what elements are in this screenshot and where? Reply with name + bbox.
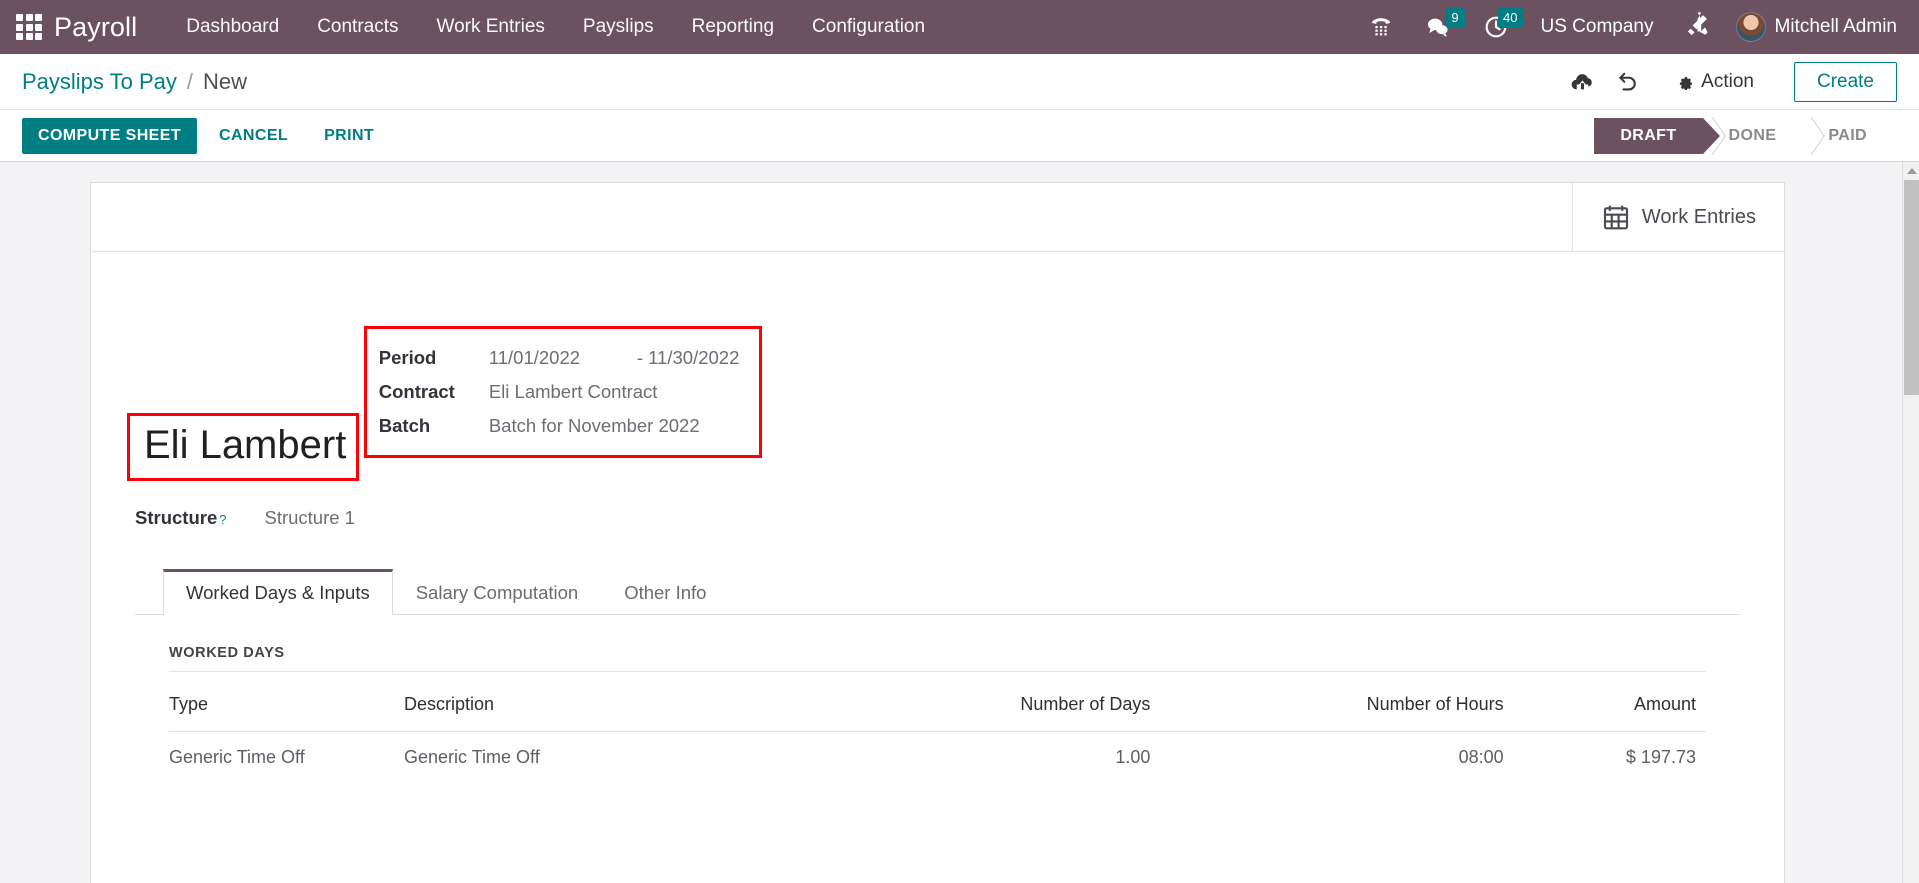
notebook: Worked Days & Inputs Salary Computation … xyxy=(135,569,1740,783)
field-value-contract[interactable]: Eli Lambert Contract xyxy=(489,375,740,409)
calendar-icon xyxy=(1603,205,1628,230)
field-value-structure[interactable]: Structure 1 xyxy=(264,507,355,529)
period-date-to-input[interactable]: 11/30/2022 xyxy=(648,347,739,368)
apps-grid-icon[interactable] xyxy=(16,14,42,40)
systray: 9 40 US Company Mitchell Admin xyxy=(1353,8,1902,47)
menu-item-reporting[interactable]: Reporting xyxy=(673,8,793,46)
cell-type: Generic Time Off xyxy=(169,747,305,767)
avatar xyxy=(1735,12,1766,42)
scrollbar-thumb[interactable] xyxy=(1904,180,1919,395)
save-record-button[interactable] xyxy=(1559,64,1605,100)
status-stage-paid[interactable]: PAID xyxy=(1802,118,1893,154)
stat-button-box-row: Work Entries xyxy=(91,183,1784,252)
menu-item-contracts[interactable]: Contracts xyxy=(298,8,417,46)
activities-counter-badge: 40 xyxy=(1498,8,1523,28)
stat-button-work-entries[interactable]: Work Entries xyxy=(1571,183,1784,251)
period-contract-batch-highlight-annotation: Period 11/01/2022- 11/30/2022 Contract E… xyxy=(363,326,763,458)
stat-button-label: Work Entries xyxy=(1641,205,1756,228)
cancel-button[interactable]: CANCEL xyxy=(205,118,302,154)
record-sheet: Work Entries Eli Lambert Period 11/01/20… xyxy=(90,182,1785,883)
sheet-container: Work Entries Eli Lambert Period 11/01/20… xyxy=(0,162,1919,883)
scroll-up-arrow-icon[interactable] xyxy=(1903,162,1919,180)
menu-item-configuration[interactable]: Configuration xyxy=(793,8,944,46)
field-label-contract: Contract xyxy=(378,381,455,402)
control-panel-actions: Action Create xyxy=(1559,61,1897,102)
messages-counter-badge: 9 xyxy=(1445,8,1465,28)
menu-item-payslips[interactable]: Payslips xyxy=(564,8,673,46)
print-button[interactable]: PRINT xyxy=(310,118,388,154)
compute-sheet-button[interactable]: COMPUTE SHEET xyxy=(22,117,197,154)
field-row-structure: Structure ? Structure 1 xyxy=(135,507,1740,529)
notebook-tab-strip: Worked Days & Inputs Salary Computation … xyxy=(135,569,1740,615)
field-label-batch: Batch xyxy=(378,415,431,436)
status-pipeline: DRAFT DONE PAID xyxy=(1594,110,1893,161)
field-label-structure: Structure xyxy=(135,507,218,528)
control-panel-breadcrumb: Payslips To Pay / New Action Create xyxy=(0,54,1919,110)
payslip-name-input[interactable]: Eli Lambert xyxy=(144,422,346,468)
column-header-number-of-days[interactable]: Number of Days xyxy=(824,678,1161,732)
action-menu-button[interactable]: Action xyxy=(1663,65,1772,99)
breadcrumb-root-link[interactable]: Payslips To Pay xyxy=(22,69,177,95)
cell-amount: $ 197.73 xyxy=(1625,747,1696,767)
cell-number-of-days: 1.00 xyxy=(1115,747,1151,767)
gear-icon xyxy=(1680,77,1693,90)
developer-tools-menu[interactable] xyxy=(1670,8,1724,47)
field-value-batch[interactable]: Batch for November 2022 xyxy=(489,409,740,443)
column-header-number-of-hours[interactable]: Number of Hours xyxy=(1160,678,1514,732)
field-value-period: 11/01/2022- 11/30/2022 xyxy=(489,341,740,375)
worked-days-table-head: Type Description Number of Days Number o… xyxy=(169,678,1706,732)
cell-number-of-hours: 08:00 xyxy=(1458,747,1504,767)
column-header-description[interactable]: Description xyxy=(404,678,824,732)
breadcrumb-current: New xyxy=(203,68,248,94)
top-navbar: Payroll Dashboard Contracts Work Entries… xyxy=(0,0,1919,54)
user-menu[interactable]: Mitchell Admin xyxy=(1724,8,1902,46)
tab-worked-days-and-inputs[interactable]: Worked Days & Inputs xyxy=(163,569,393,615)
period-date-from-input[interactable]: 11/01/2022 xyxy=(489,347,637,369)
vertical-scrollbar[interactable] xyxy=(1902,162,1919,883)
tab-pane-worked-days: WORKED DAYS Type Description Number of D… xyxy=(135,615,1740,783)
field-row-batch: Batch Batch for November 2022 xyxy=(379,409,740,443)
create-button[interactable]: Create xyxy=(1793,61,1897,102)
period-date-dash: - xyxy=(636,347,643,368)
table-header-row: Type Description Number of Days Number o… xyxy=(169,678,1706,732)
cloud-upload-icon xyxy=(1571,74,1592,90)
tab-other-info[interactable]: Other Info xyxy=(601,569,729,615)
cell-description: Generic Time Off xyxy=(404,747,540,767)
main-menu: Dashboard Contracts Work Entries Payslip… xyxy=(167,8,944,46)
messages-menu[interactable]: 9 xyxy=(1409,8,1467,44)
form-view-content: Work Entries Eli Lambert Period 11/01/20… xyxy=(0,162,1919,883)
worked-days-table: Type Description Number of Days Number o… xyxy=(169,678,1706,783)
tab-salary-computation[interactable]: Salary Computation xyxy=(393,569,601,615)
worked-days-section-title: WORKED DAYS xyxy=(169,645,1706,672)
status-stage-done[interactable]: DONE xyxy=(1703,118,1803,154)
record-statusbar: COMPUTE SHEET CANCEL PRINT DRAFT DONE PA… xyxy=(0,110,1919,162)
sheet-body: Eli Lambert Period 11/01/2022- 11/30/202… xyxy=(91,252,1784,783)
column-header-amount[interactable]: Amount xyxy=(1513,678,1706,732)
table-row[interactable]: Generic Time Off Generic Time Off 1.00 0… xyxy=(169,732,1706,784)
status-stage-draft[interactable]: DRAFT xyxy=(1594,117,1720,154)
breadcrumb-separator: / xyxy=(186,68,194,94)
menu-item-work-entries[interactable]: Work Entries xyxy=(418,8,564,46)
wrench-screwdriver-icon xyxy=(1687,11,1708,35)
action-menu-label: Action xyxy=(1701,70,1754,92)
column-header-type[interactable]: Type xyxy=(169,678,404,732)
worked-days-table-body: Generic Time Off Generic Time Off 1.00 0… xyxy=(169,732,1706,784)
discard-changes-button[interactable] xyxy=(1605,64,1651,100)
title-highlight-annotation: Eli Lambert xyxy=(127,413,360,481)
undo-arrow-icon xyxy=(1618,72,1636,91)
dialpad-phone-icon[interactable] xyxy=(1353,11,1409,43)
app-brand-payroll[interactable]: Payroll xyxy=(54,12,137,43)
field-row-contract: Contract Eli Lambert Contract xyxy=(379,375,740,409)
company-switcher[interactable]: US Company xyxy=(1525,10,1670,44)
payslip-fields-table: Period 11/01/2022- 11/30/2022 Contract E… xyxy=(379,341,740,443)
field-row-period: Period 11/01/2022- 11/30/2022 xyxy=(379,341,740,375)
help-tooltip-icon[interactable]: ? xyxy=(219,512,226,527)
user-name-label: Mitchell Admin xyxy=(1774,16,1898,37)
activities-menu[interactable]: 40 xyxy=(1467,8,1525,44)
field-label-period: Period xyxy=(378,347,437,368)
menu-item-dashboard[interactable]: Dashboard xyxy=(167,8,298,46)
